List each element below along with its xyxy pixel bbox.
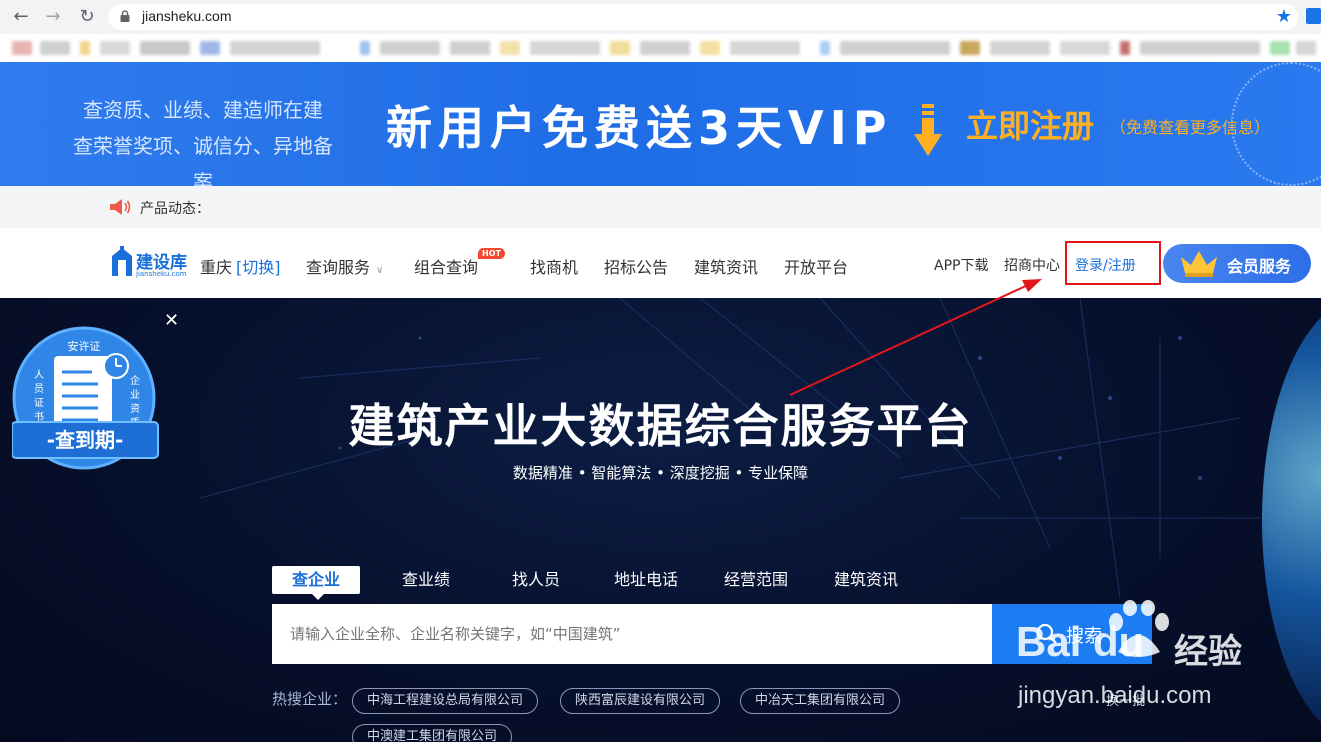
search-input[interactable]	[272, 604, 992, 664]
bookmark-blurred[interactable]	[1140, 41, 1260, 55]
bookmark-blurred[interactable]	[960, 41, 980, 55]
lock-icon	[120, 10, 130, 22]
hot-company-chip[interactable]: 中冶天工集团有限公司	[740, 688, 901, 714]
bookmark-blurred[interactable]	[840, 41, 950, 55]
app-download-link[interactable]: APP下载	[934, 255, 988, 275]
bookmark-blurred[interactable]	[500, 41, 520, 55]
chevron-down-icon: ∨	[376, 265, 384, 276]
bookmark-blurred[interactable]	[610, 41, 630, 55]
tab-business-scope[interactable]: 经营范围	[724, 566, 788, 594]
banner-feature-line: 查资质、业绩、建造师在建	[83, 98, 323, 122]
bookmark-blurred[interactable]	[730, 41, 800, 55]
vip-offer-text: 新用户免费送3天VIP	[386, 101, 893, 155]
hero-subtitle: 数据精准 • 智能算法 • 深度挖掘 • 专业保障	[512, 464, 809, 482]
hot-company-chip[interactable]: 中澳建工集团有限公司	[352, 724, 513, 742]
tab-performance[interactable]: 查业绩	[402, 566, 450, 594]
tab-company[interactable]: 查企业	[272, 566, 361, 600]
product-news-label: 产品动态：	[140, 201, 210, 217]
city-switch-link[interactable]: [切换]	[236, 258, 281, 277]
bookmark-blurred[interactable]	[100, 41, 130, 55]
watermark-url: jingyan.baidu.com	[1018, 682, 1212, 709]
nav-construction-news[interactable]: 建筑资讯	[694, 254, 758, 278]
nav-query-service[interactable]: 查询服务 ∨	[306, 254, 383, 278]
hero-title: 建筑产业大数据综合服务平台	[348, 399, 973, 453]
bookmark-blurred[interactable]	[1296, 41, 1316, 55]
back-arrow-icon[interactable]: ←	[10, 6, 32, 28]
login-register-link[interactable]: 登录/注册	[1075, 255, 1136, 275]
register-hint: （免费查看更多信息）	[1110, 118, 1271, 137]
nav-tender-notice[interactable]: 招标公告	[604, 254, 668, 278]
baidu-watermark: Bai du 经验 jingyan.baidu.com	[1010, 600, 1270, 720]
bookmark-blurred[interactable]	[380, 41, 440, 55]
bookmark-star-icon[interactable]: ★	[1276, 6, 1292, 27]
reload-icon[interactable]: ↻	[76, 6, 98, 28]
down-arrow-icon	[914, 104, 942, 156]
banner-features: 查资质、业绩、建造师在建 查荣誉奖项、诚信分、异地备案	[68, 92, 338, 186]
bookmark-blurred[interactable]	[1060, 41, 1110, 55]
bookmark-blurred[interactable]	[990, 41, 1050, 55]
nav-open-platform[interactable]: 开放平台	[784, 254, 848, 278]
bookmark-blurred[interactable]	[200, 41, 220, 55]
tab-address-phone[interactable]: 地址电话	[614, 566, 678, 594]
city-name: 重庆	[200, 258, 233, 277]
vip-service-button[interactable]: 会员服务	[1163, 244, 1311, 283]
tab-construction-news[interactable]: 建筑资讯	[834, 566, 898, 594]
logo-subtitle: jiansheku.com	[136, 270, 187, 278]
bookmark-blurred[interactable]	[530, 41, 600, 55]
promo-banner[interactable]: 查资质、业绩、建造师在建 查荣誉奖项、诚信分、异地备案 新用户免费送3天VIP …	[0, 62, 1321, 186]
speaker-icon	[110, 199, 131, 215]
watermark-brand-cn: 经验	[1174, 632, 1242, 672]
url-text: jiansheku.com	[142, 8, 232, 24]
hot-badge: HOT	[478, 248, 505, 259]
bookmark-blurred[interactable]	[820, 41, 830, 55]
hot-search-label: 热搜企业：	[272, 690, 348, 708]
browser-toolbar: ← → ↻ jiansheku.com ★	[0, 0, 1321, 34]
bookmark-blurred[interactable]	[80, 41, 90, 55]
badge-top-text: 安许证	[68, 339, 101, 353]
extension-icon[interactable]	[1306, 8, 1321, 24]
register-now-link[interactable]: 立即注册	[966, 106, 1094, 146]
tab-personnel[interactable]: 找人员	[512, 566, 560, 594]
bookmark-blurred[interactable]	[140, 41, 190, 55]
nav-find-business[interactable]: 找商机	[530, 254, 578, 278]
bookmarks-bar	[0, 34, 1321, 62]
forward-arrow-icon[interactable]: →	[42, 6, 64, 28]
watermark-brand: Bai du	[1016, 618, 1145, 665]
bookmark-blurred[interactable]	[40, 41, 70, 55]
vip-service-label: 会员服务	[1227, 257, 1292, 276]
nav-label: 查询服务	[306, 258, 371, 277]
bookmark-blurred[interactable]	[1120, 41, 1130, 55]
bookmark-blurred[interactable]	[640, 41, 690, 55]
crown-icon	[1181, 251, 1217, 277]
bookmark-blurred[interactable]	[230, 41, 320, 55]
bookmark-blurred[interactable]	[450, 41, 490, 55]
product-news-bar: 产品动态：	[0, 186, 1321, 228]
logo-icon[interactable]	[110, 246, 134, 280]
address-bar[interactable]: jiansheku.com ★	[108, 4, 1298, 30]
bookmark-blurred[interactable]	[1270, 41, 1290, 55]
merchant-center-link[interactable]: 招商中心	[1004, 255, 1060, 275]
city-selector[interactable]: 重庆 [切换]	[200, 254, 281, 278]
site-header: 建设库 jiansheku.com 重庆 [切换] 查询服务 ∨ 组合查询 HOT …	[0, 228, 1321, 298]
bookmark-blurred[interactable]	[12, 41, 32, 55]
bookmark-blurred[interactable]	[700, 41, 720, 55]
hot-company-chip[interactable]: 陕西富辰建设有限公司	[560, 688, 721, 714]
nav-label: 组合查询	[414, 258, 479, 277]
banner-feature-line: 查荣誉奖项、诚信分、异地备案	[73, 134, 333, 186]
close-icon[interactable]: ✕	[164, 310, 179, 331]
nav-combo-query[interactable]: 组合查询	[414, 254, 478, 278]
hot-company-chip[interactable]: 中海工程建设总局有限公司	[352, 688, 539, 714]
bookmark-blurred[interactable]	[360, 41, 370, 55]
